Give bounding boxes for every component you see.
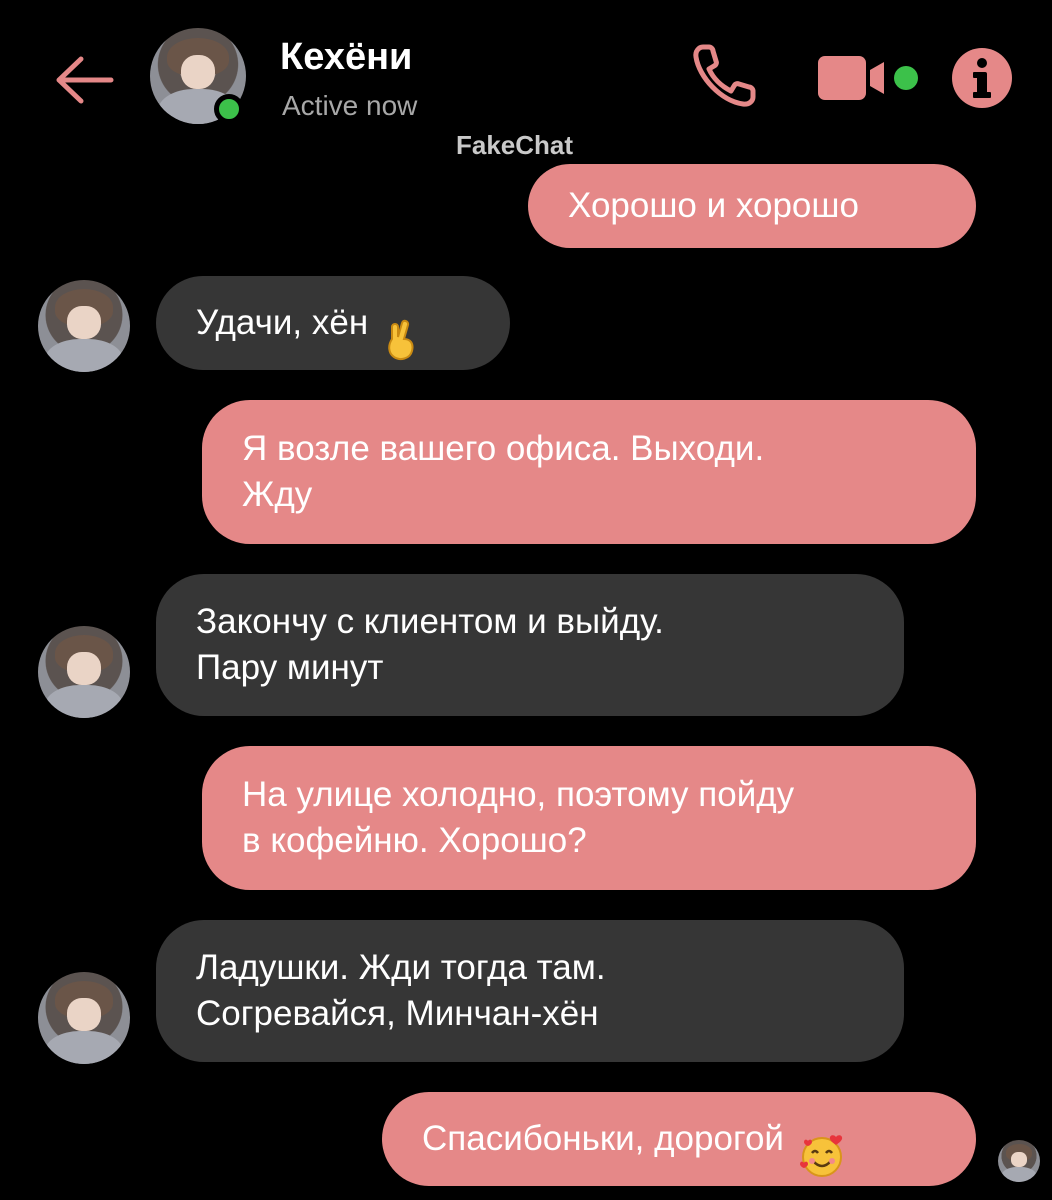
phone-icon (693, 44, 756, 107)
smiling-face-with-hearts-emoji (798, 1087, 846, 1191)
read-receipt-avatar (998, 1140, 1040, 1182)
contact-name[interactable]: Кехёни (280, 36, 412, 79)
active-status: Active now (282, 90, 418, 121)
message-bubble-outgoing[interactable]: Спасибоньки, дорогой (382, 1092, 976, 1186)
message-text: Я возле вашего офиса. Выходи. Жду (242, 429, 765, 514)
video-call-button[interactable] (816, 50, 926, 106)
message-text: Закончу с клиентом и выйду. Пару минут (196, 602, 664, 687)
message-bubble-incoming[interactable]: Закончу с клиентом и выйду. Пару минут (156, 574, 904, 716)
online-indicator (214, 94, 244, 124)
info-button[interactable] (950, 46, 1014, 110)
message-text: Хорошо и хорошо (568, 186, 859, 225)
message-text: Спасибоньки, дорогой (422, 1119, 784, 1158)
message-bubble-outgoing[interactable]: Я возле вашего офиса. Выходи. Жду (202, 400, 976, 544)
avatar (38, 972, 130, 1064)
avatar (38, 626, 130, 718)
watermark: FakeChat (456, 130, 574, 160)
message-text: На улице холодно, поэтому пойду в кофейн… (242, 775, 795, 860)
sender-avatar[interactable] (38, 626, 130, 718)
chat-header: Кехёни Active now FakeChat (0, 0, 1052, 160)
message-bubble-incoming[interactable]: Ладушки. Жди тогда там. Согревайся, Минч… (156, 920, 904, 1062)
message-text: Удачи, хён (196, 303, 369, 342)
message-bubble-outgoing[interactable]: Хорошо и хорошо (528, 164, 976, 248)
back-arrow-icon (56, 56, 114, 104)
sender-avatar[interactable] (38, 972, 130, 1064)
video-camera-icon (818, 56, 918, 100)
avatar (38, 280, 130, 372)
info-icon (952, 48, 1012, 108)
back-button[interactable] (50, 46, 118, 114)
avatar (998, 1140, 1040, 1182)
message-bubble-incoming[interactable]: Удачи, хён (156, 276, 510, 370)
sender-avatar[interactable] (38, 280, 130, 372)
message-bubble-outgoing[interactable]: На улице холодно, поэтому пойду в кофейн… (202, 746, 976, 890)
fingers-crossed-emoji (382, 273, 418, 373)
call-button[interactable] (686, 38, 762, 114)
message-text: Ладушки. Жди тогда там. Согревайся, Минч… (196, 948, 606, 1033)
